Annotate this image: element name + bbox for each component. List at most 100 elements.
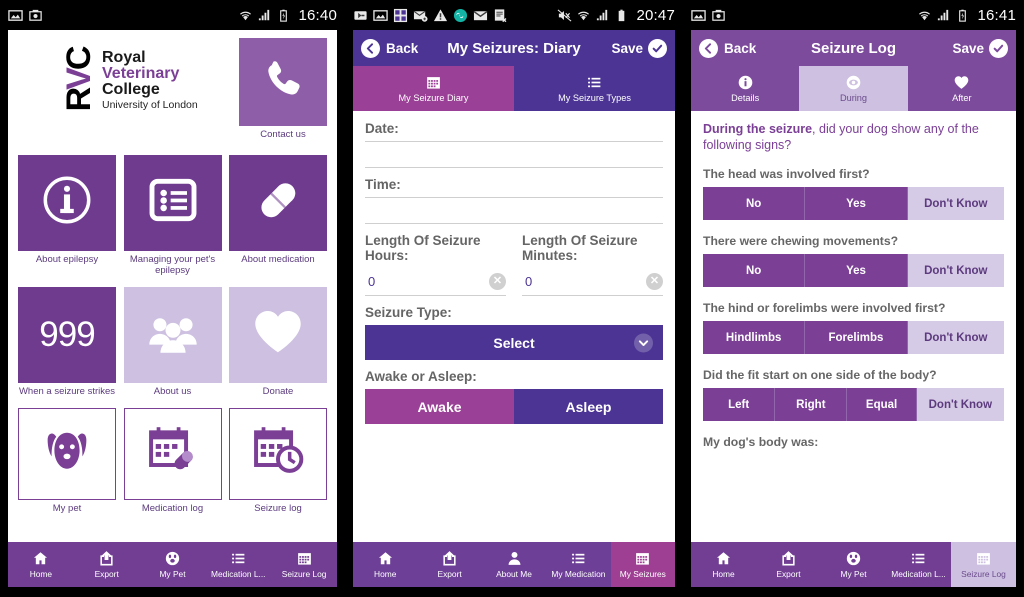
tile-about-epilepsy-art[interactable] <box>18 154 116 251</box>
back-button-2[interactable]: Back <box>361 38 443 58</box>
nav-seizure-log[interactable]: Seizure Log <box>951 542 1016 587</box>
clear-icon[interactable]: ✕ <box>489 273 506 290</box>
tile-my-pet-art[interactable] <box>18 407 116 500</box>
tile-donate-art[interactable] <box>229 286 327 383</box>
back-button-3[interactable]: Back <box>699 38 781 58</box>
nav-medication-log[interactable]: Medication L... <box>205 542 271 587</box>
tile-medication-log-art[interactable] <box>123 407 222 500</box>
tab-label: My Seizure Types <box>558 93 631 103</box>
tile-about-medication-art[interactable] <box>229 154 327 251</box>
status-bar-2: 20:47 <box>345 0 683 30</box>
seizure-type-label: Seizure Type: <box>365 305 452 320</box>
contact-us-tile[interactable] <box>239 38 327 126</box>
answer-segmented: Hindlimbs Forelimbs Don't Know <box>703 321 1004 354</box>
answer-segmented: Left Right Equal Don't Know <box>703 388 1004 421</box>
save-button-3[interactable]: Save <box>926 38 1008 58</box>
nav-my-seizures[interactable]: My Seizures <box>610 542 675 587</box>
minutes-value[interactable]: 0 <box>522 274 532 289</box>
date-input[interactable] <box>365 142 663 167</box>
bottom-nav-1: Home Export My Pet Medication L... Seizu… <box>8 542 337 587</box>
nav-home[interactable]: Home <box>353 542 417 587</box>
awake-option[interactable]: Awake <box>365 389 514 424</box>
tile-donate[interactable]: Donate <box>229 286 327 398</box>
logo-line-university: University of London <box>102 98 198 111</box>
battery-icon <box>276 8 291 23</box>
rvc-wordmark: Royal Veterinary College University of L… <box>102 49 198 111</box>
question-one-side-of-body: Did the fit start on one side of the bod… <box>703 368 1004 421</box>
option-hindlimbs[interactable]: Hindlimbs <box>703 321 806 354</box>
nav-home[interactable]: Home <box>691 542 756 587</box>
tile-when-seizure-strikes[interactable]: 999 When a seizure strikes <box>18 286 116 398</box>
pill-icon <box>250 172 306 233</box>
nav-medication-log[interactable]: Medication L... <box>886 542 951 587</box>
calendar-icon <box>975 550 992 567</box>
status-right-icons-2: 20:47 <box>557 7 675 24</box>
contact-us-cell[interactable]: Contact us <box>239 38 327 141</box>
tab-during[interactable]: During <box>799 66 908 111</box>
seizure-type-select[interactable]: Select <box>365 325 663 360</box>
option-left[interactable]: Left <box>703 388 776 421</box>
status-right-icons-1: 16:40 <box>238 7 337 24</box>
awake-asleep-label: Awake or Asleep: <box>365 369 477 384</box>
chevron-left-icon <box>361 38 380 58</box>
option-right[interactable]: Right <box>775 388 848 421</box>
time-input[interactable] <box>365 198 663 223</box>
tile-about-us-art[interactable] <box>123 286 222 383</box>
hours-input-row[interactable]: 0 ✕ <box>365 270 506 296</box>
nav-export[interactable]: Export <box>756 542 821 587</box>
gmail-icon <box>473 8 488 23</box>
option-equal[interactable]: Equal <box>847 388 917 421</box>
tile-managing-epilepsy-art[interactable] <box>123 154 222 251</box>
home-body: RVC Royal Veterinary College University … <box>8 30 337 542</box>
clear-icon[interactable]: ✕ <box>646 273 663 290</box>
tile-row-1: About epilepsy Managing your pet's epile… <box>18 154 327 277</box>
option-dont-know[interactable]: Don't Know <box>916 388 1004 421</box>
tile-about-us[interactable]: About us <box>123 286 222 398</box>
save-label: Save <box>952 40 984 56</box>
question-text: The head was involved first? <box>703 167 870 181</box>
list-icon <box>570 550 587 567</box>
option-yes[interactable]: Yes <box>805 254 908 287</box>
tile-999-art[interactable]: 999 <box>18 286 116 383</box>
option-forelimbs[interactable]: Forelimbs <box>805 321 908 354</box>
tab-after[interactable]: After <box>908 66 1016 111</box>
tile-label: About medication <box>241 253 315 265</box>
tile-seizure-log-art[interactable] <box>229 407 327 500</box>
option-no[interactable]: No <box>703 187 806 220</box>
nav-export[interactable]: Export <box>417 542 481 587</box>
nav-my-medication[interactable]: My Medication <box>546 542 610 587</box>
tile-managing-epilepsy[interactable]: Managing your pet's epilepsy <box>123 154 222 277</box>
nav-export[interactable]: Export <box>74 542 140 587</box>
option-dont-know[interactable]: Don't Know <box>907 321 1004 354</box>
tile-label: Managing your pet's epilepsy <box>129 253 216 276</box>
minutes-input-row[interactable]: 0 ✕ <box>522 270 663 296</box>
tile-about-medication[interactable]: About medication <box>229 154 327 277</box>
dog-icon <box>39 423 95 484</box>
tab-my-seizure-diary[interactable]: My Seizure Diary <box>353 66 514 111</box>
person-icon <box>506 550 523 567</box>
option-dont-know[interactable]: Don't Know <box>907 254 1004 287</box>
option-no[interactable]: No <box>703 254 806 287</box>
asleep-option[interactable]: Asleep <box>514 389 663 424</box>
question-body-was-partial: My dog's body was: <box>703 435 819 449</box>
hours-value[interactable]: 0 <box>365 274 375 289</box>
tile-seizure-log[interactable]: Seizure log <box>229 407 327 515</box>
tile-medication-log[interactable]: Medication log <box>123 407 222 515</box>
nav-home[interactable]: Home <box>8 542 74 587</box>
tile-label: Seizure log <box>254 502 302 514</box>
calendar-icon <box>296 550 313 567</box>
nav-seizure-log[interactable]: Seizure Log <box>271 542 337 587</box>
option-dont-know[interactable]: Don't Know <box>907 187 1004 220</box>
tab-my-seizure-types[interactable]: My Seizure Types <box>514 66 675 111</box>
tile-about-epilepsy[interactable]: About epilepsy <box>18 154 116 277</box>
save-button-2[interactable]: Save <box>585 38 667 58</box>
seizure-log-screen: Back Seizure Log Save Details During Aft… <box>691 30 1016 587</box>
logo-and-contact-row: RVC Royal Veterinary College University … <box>18 38 327 141</box>
option-yes[interactable]: Yes <box>805 187 908 220</box>
nav-my-pet[interactable]: My Pet <box>140 542 206 587</box>
nav-about-me[interactable]: About Me <box>482 542 546 587</box>
during-questions-body: During the seizure, did your dog show an… <box>691 111 1016 542</box>
nav-my-pet[interactable]: My Pet <box>821 542 886 587</box>
tile-my-pet[interactable]: My pet <box>18 407 116 515</box>
tab-details[interactable]: Details <box>691 66 799 111</box>
